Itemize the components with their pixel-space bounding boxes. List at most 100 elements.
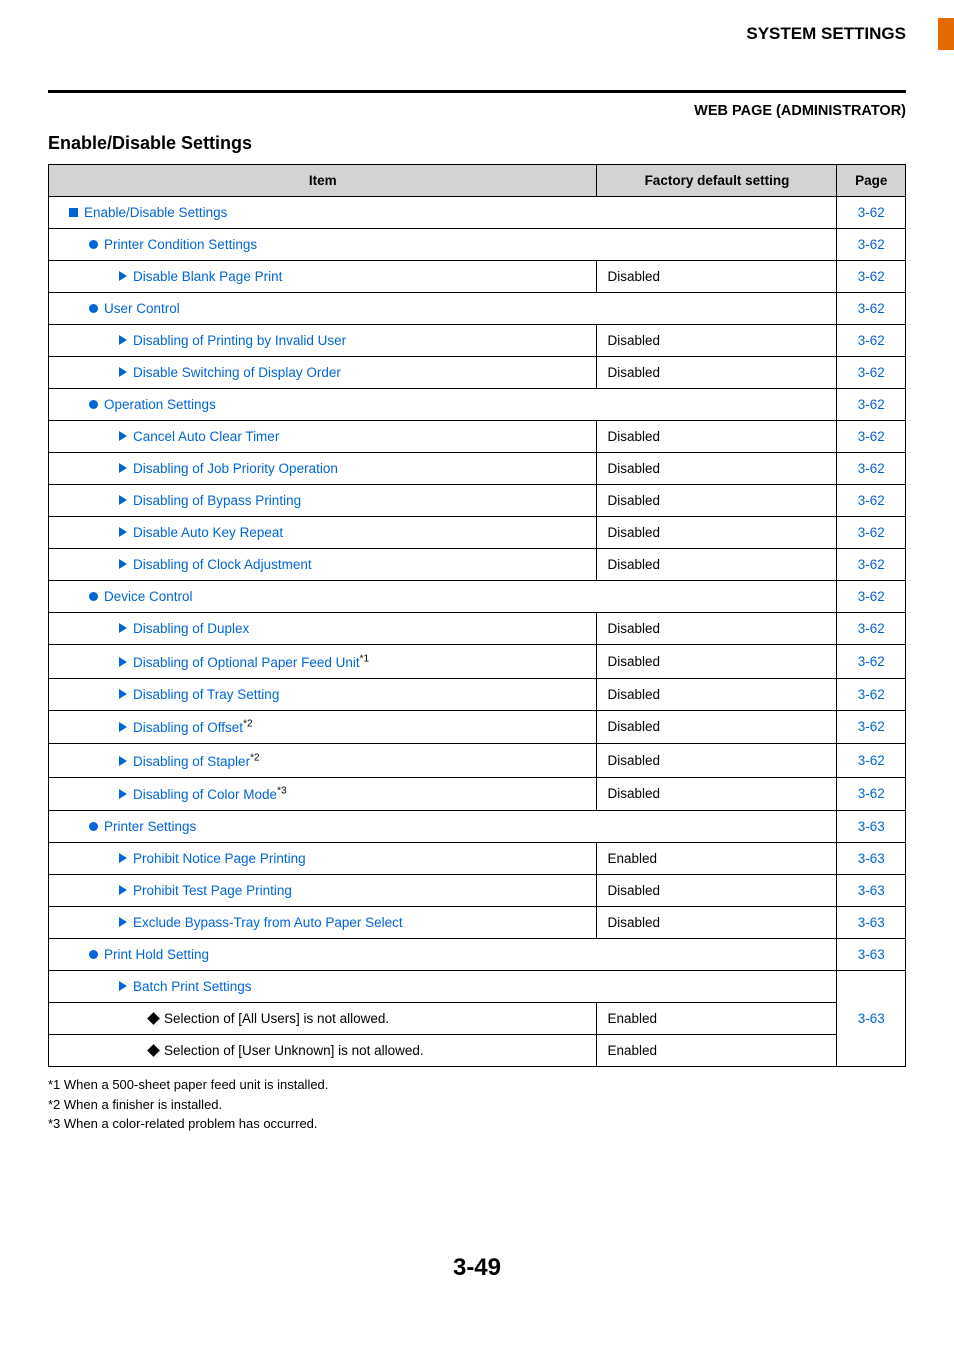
page-ref[interactable]: 3-62 bbox=[837, 581, 906, 613]
system-settings-heading: SYSTEM SETTINGS bbox=[746, 24, 906, 44]
table-row: Operation Settings 3-62 bbox=[49, 389, 906, 421]
item-label[interactable]: Print Hold Setting bbox=[104, 947, 209, 962]
item-label[interactable]: Device Control bbox=[104, 589, 193, 604]
footnote: *2 When a finisher is installed. bbox=[48, 1095, 906, 1115]
item-cell: Disable Blank Page Print bbox=[49, 261, 597, 293]
table-row: Disabling of Tray SettingDisabled3-62 bbox=[49, 678, 906, 710]
page-ref[interactable]: 3-62 bbox=[837, 293, 906, 325]
dot-icon bbox=[89, 304, 98, 313]
tri-icon bbox=[119, 657, 127, 667]
value-cell: Enabled bbox=[597, 843, 837, 875]
item-label[interactable]: Disable Auto Key Repeat bbox=[133, 525, 283, 540]
item-label[interactable]: Printer Settings bbox=[104, 819, 196, 834]
value-cell: Disabled bbox=[597, 325, 837, 357]
dot-icon bbox=[89, 950, 98, 959]
page-ref[interactable]: 3-63 bbox=[837, 875, 906, 907]
item-label[interactable]: Disabling of Optional Paper Feed Unit*1 bbox=[133, 655, 369, 670]
value-cell: Disabled bbox=[597, 261, 837, 293]
value-cell: Enabled bbox=[597, 1003, 837, 1035]
item-label[interactable]: Disabling of Offset*2 bbox=[133, 720, 253, 735]
item-label[interactable]: User Control bbox=[104, 301, 180, 316]
tri-icon bbox=[119, 756, 127, 766]
item-label[interactable]: Exclude Bypass-Tray from Auto Paper Sele… bbox=[133, 915, 403, 930]
page-ref[interactable]: 3-62 bbox=[837, 325, 906, 357]
table-row: Selection of [All Users] is not allowed.… bbox=[49, 1003, 906, 1035]
item-cell: Disable Auto Key Repeat bbox=[49, 517, 597, 549]
page-ref[interactable]: 3-62 bbox=[837, 197, 906, 229]
item-label[interactable]: Operation Settings bbox=[104, 397, 216, 412]
page-ref[interactable]: 3-62 bbox=[837, 710, 906, 744]
item-label[interactable]: Cancel Auto Clear Timer bbox=[133, 429, 279, 444]
page-ref[interactable]: 3-63 bbox=[837, 939, 906, 971]
item-label[interactable]: Disabling of Job Priority Operation bbox=[133, 461, 338, 476]
item-label[interactable]: Disabling of Bypass Printing bbox=[133, 493, 301, 508]
tri-icon bbox=[119, 527, 127, 537]
accent-bar bbox=[938, 18, 954, 50]
item-label[interactable]: Enable/Disable Settings bbox=[84, 205, 227, 220]
page-ref[interactable]: 3-63 bbox=[837, 971, 906, 1067]
item-cell: Disabling of Offset*2 bbox=[49, 710, 597, 744]
page-ref[interactable]: 3-62 bbox=[837, 777, 906, 811]
item-label[interactable]: Disabling of Tray Setting bbox=[133, 687, 279, 702]
page-ref[interactable]: 3-62 bbox=[837, 453, 906, 485]
table-row: Disabling of Color Mode*3Disabled3-62 bbox=[49, 777, 906, 811]
page-ref[interactable]: 3-62 bbox=[837, 357, 906, 389]
item-label[interactable]: Printer Condition Settings bbox=[104, 237, 257, 252]
superscript: *2 bbox=[250, 752, 259, 763]
tri-icon bbox=[119, 722, 127, 732]
item-label[interactable]: Disabling of Color Mode*3 bbox=[133, 787, 287, 802]
item-label[interactable]: Disabling of Printing by Invalid User bbox=[133, 333, 346, 348]
value-cell: Disabled bbox=[597, 549, 837, 581]
page-ref[interactable]: 3-63 bbox=[837, 843, 906, 875]
col-page: Page bbox=[837, 165, 906, 197]
page-ref[interactable]: 3-63 bbox=[837, 907, 906, 939]
page-ref[interactable]: 3-62 bbox=[837, 421, 906, 453]
item-label[interactable]: Disable Switching of Display Order bbox=[133, 365, 341, 380]
table-row: Disabling of Bypass PrintingDisabled3-62 bbox=[49, 485, 906, 517]
item-cell: Disabling of Duplex bbox=[49, 613, 597, 645]
page-ref[interactable]: 3-63 bbox=[837, 811, 906, 843]
page-ref[interactable]: 3-62 bbox=[837, 549, 906, 581]
page-ref[interactable]: 3-62 bbox=[837, 645, 906, 679]
value-cell: Disabled bbox=[597, 357, 837, 389]
table-row: Disable Auto Key Repeat Disabled3-62 bbox=[49, 517, 906, 549]
sub-heading: WEB PAGE (ADMINISTRATOR) bbox=[48, 103, 906, 119]
table-row: Enable/Disable Settings 3-62 bbox=[49, 197, 906, 229]
tri-icon bbox=[119, 885, 127, 895]
item-cell: Device Control bbox=[49, 581, 837, 613]
page-ref[interactable]: 3-62 bbox=[837, 261, 906, 293]
table-row: Prohibit Notice Page Printing Enabled3-63 bbox=[49, 843, 906, 875]
page-ref[interactable]: 3-62 bbox=[837, 485, 906, 517]
item-label[interactable]: Disable Blank Page Print bbox=[133, 269, 282, 284]
item-cell: Exclude Bypass-Tray from Auto Paper Sele… bbox=[49, 907, 597, 939]
table-row: Selection of [User Unknown] is not allow… bbox=[49, 1035, 906, 1067]
page-ref[interactable]: 3-62 bbox=[837, 517, 906, 549]
table-row: Disabling of Stapler*2Disabled3-62 bbox=[49, 744, 906, 778]
item-label[interactable]: Disabling of Stapler*2 bbox=[133, 754, 260, 769]
value-cell: Enabled bbox=[597, 1035, 837, 1067]
value-cell: Disabled bbox=[597, 645, 837, 679]
table-row: Device Control 3-62 bbox=[49, 581, 906, 613]
value-cell: Disabled bbox=[597, 517, 837, 549]
item-cell: Cancel Auto Clear Timer bbox=[49, 421, 597, 453]
value-cell: Disabled bbox=[597, 421, 837, 453]
item-label[interactable]: Prohibit Notice Page Printing bbox=[133, 851, 306, 866]
item-cell: Disabling of Printing by Invalid User bbox=[49, 325, 597, 357]
page-ref[interactable]: 3-62 bbox=[837, 613, 906, 645]
page-ref[interactable]: 3-62 bbox=[837, 229, 906, 261]
item-label[interactable]: Batch Print Settings bbox=[133, 979, 252, 994]
page-ref[interactable]: 3-62 bbox=[837, 389, 906, 421]
page-ref[interactable]: 3-62 bbox=[837, 678, 906, 710]
dot-icon bbox=[89, 592, 98, 601]
tri-icon bbox=[119, 917, 127, 927]
tri-icon bbox=[119, 623, 127, 633]
superscript: *2 bbox=[243, 719, 252, 730]
table-row: Printer Settings 3-63 bbox=[49, 811, 906, 843]
item-label[interactable]: Prohibit Test Page Printing bbox=[133, 883, 292, 898]
item-label[interactable]: Disabling of Clock Adjustment bbox=[133, 557, 312, 572]
page-ref[interactable]: 3-62 bbox=[837, 744, 906, 778]
item-label[interactable]: Disabling of Duplex bbox=[133, 621, 249, 636]
item-cell: Enable/Disable Settings bbox=[49, 197, 837, 229]
tri-icon bbox=[119, 689, 127, 699]
table-row: Disable Switching of Display Order Disabl… bbox=[49, 357, 906, 389]
